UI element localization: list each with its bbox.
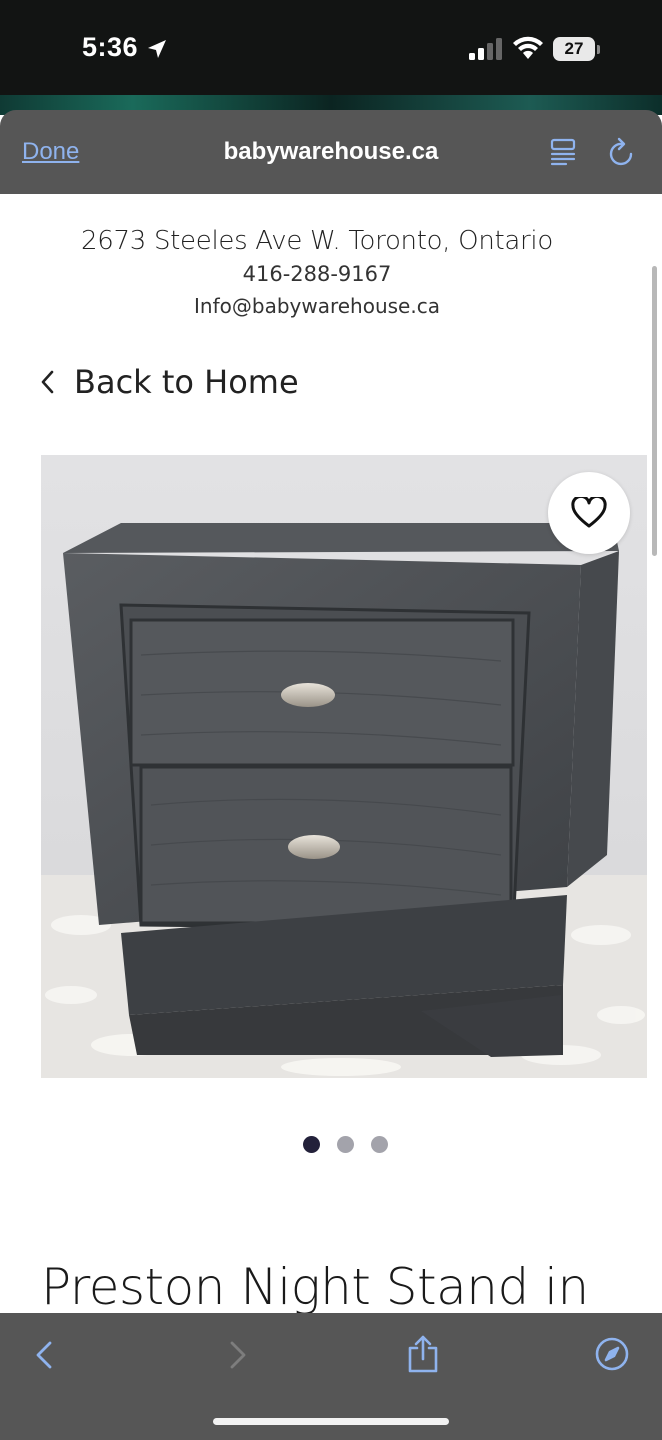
chevron-left-icon: [41, 370, 54, 394]
location-arrow-icon: [148, 40, 166, 58]
store-phone[interactable]: 416-288-9167: [0, 262, 634, 286]
page-scrollbar[interactable]: [652, 266, 657, 556]
store-address: 2673 Steeles Ave W. Toronto, Ontario: [81, 226, 553, 256]
gallery-dot[interactable]: [370, 1136, 388, 1153]
product-title: Preston Night Stand in: [41, 1258, 589, 1316]
reload-icon[interactable]: [608, 137, 636, 167]
gallery-dot[interactable]: [336, 1136, 354, 1153]
favorite-button[interactable]: [548, 472, 630, 554]
battery-indicator: 27: [553, 37, 595, 61]
back-to-home-link[interactable]: Back to Home: [38, 362, 299, 402]
status-bar: 5:36 27: [0, 0, 662, 95]
product-image[interactable]: [41, 455, 647, 1078]
compass-icon[interactable]: [594, 1336, 630, 1372]
gallery-pagination: [0, 1136, 662, 1153]
store-email[interactable]: Info@babywarehouse.ca: [0, 294, 634, 318]
home-indicator[interactable]: [213, 1418, 449, 1425]
reader-mode-icon[interactable]: [550, 138, 576, 166]
wifi-icon: [513, 36, 543, 59]
browser-forward-icon[interactable]: [222, 1338, 252, 1372]
status-time: 5:36: [82, 32, 139, 62]
browser-top-bar: Done babywarehouse.ca: [0, 110, 662, 194]
back-to-home-label: Back to Home: [74, 363, 299, 401]
share-icon[interactable]: [405, 1334, 441, 1374]
cellular-signal-icon: [469, 38, 502, 60]
gallery-dot[interactable]: [302, 1136, 320, 1153]
heart-icon: [571, 497, 607, 528]
browser-back-icon[interactable]: [30, 1338, 60, 1372]
battery-cap: [597, 45, 600, 54]
